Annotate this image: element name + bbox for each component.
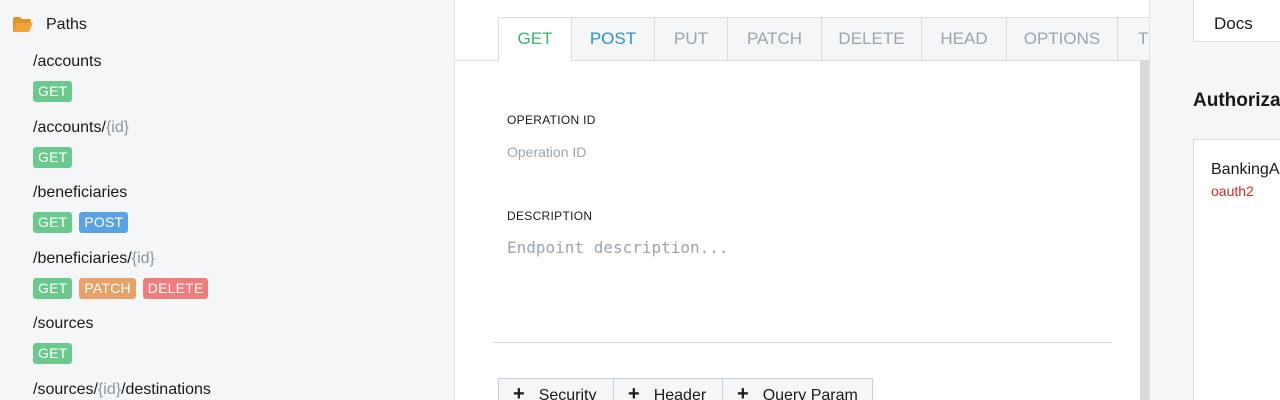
main-panel: GET POST PUT PATCH DELETE HEAD OPTIONS T… (455, 0, 1149, 400)
paths-header-label: Paths (46, 16, 87, 33)
operation-id-label: OPERATION ID (507, 113, 596, 127)
docs-panel: Docs Authorizat BankingA oauth2 (1149, 0, 1280, 400)
path-title[interactable]: /sources/{id}/destinations (33, 379, 211, 400)
tab-docs[interactable]: Docs (1193, 0, 1280, 42)
method-badges: GET POST (33, 212, 129, 233)
path-segment: /sources (33, 315, 94, 332)
add-security-button[interactable]: + Security (498, 378, 614, 400)
method-badge-get[interactable]: GET (33, 81, 73, 102)
method-badge-patch[interactable]: PATCH (79, 277, 136, 299)
tab-get[interactable]: GET (498, 17, 572, 61)
add-security-label: Security (538, 387, 597, 400)
plus-icon: + (628, 383, 640, 400)
method-badge-get[interactable]: GET (33, 277, 73, 299)
path-segment: /beneficiaries (33, 184, 128, 201)
method-badges: GET PATCH DELETE (33, 277, 209, 299)
tab-post[interactable]: POST (572, 17, 655, 61)
tab-patch[interactable]: PATCH (728, 17, 822, 61)
divider (494, 342, 1112, 343)
main-scrollbar[interactable] (1140, 61, 1149, 400)
path-item: /accounts GET (33, 51, 101, 102)
path-segment: /accounts (33, 53, 102, 70)
path-item: /beneficiaries/{id} GET PATCH DELETE (33, 248, 209, 299)
method-badge-get[interactable]: GET (33, 146, 73, 168)
method-badge-get[interactable]: GET (33, 212, 73, 233)
path-title[interactable]: /beneficiaries (33, 182, 128, 204)
tab-options[interactable]: OPTIONS (1007, 17, 1118, 61)
plus-icon: + (513, 383, 525, 400)
operation-id-input[interactable] (507, 142, 1067, 162)
path-item: /sources/{id}/destinations (33, 379, 211, 400)
auth-scheme-name: BankingA (1211, 161, 1280, 178)
path-item: /beneficiaries GET POST (33, 182, 129, 233)
method-badge-post[interactable]: POST (79, 212, 129, 233)
paths-header[interactable]: Paths (12, 16, 87, 34)
method-badge-delete[interactable]: DELETE (142, 277, 209, 299)
path-segment: /sources/ (33, 380, 98, 398)
folder-open-icon (12, 16, 34, 34)
add-query-param-label: Query Param (762, 387, 858, 400)
tab-put[interactable]: PUT (655, 17, 728, 61)
auth-scheme-card[interactable]: BankingA oauth2 (1193, 139, 1280, 400)
path-title[interactable]: /sources (33, 313, 93, 335)
add-query-param-button[interactable]: + Query Param (722, 378, 873, 400)
path-title[interactable]: /accounts/{id} (33, 117, 129, 139)
path-segment: /destinations (121, 380, 211, 398)
sidebar: Paths /accounts GET/accounts/{id} GET/bene… (0, 0, 455, 400)
path-segment: /accounts/ (33, 118, 106, 136)
method-badges: GET (33, 81, 101, 102)
tab-delete[interactable]: DELETE (822, 17, 922, 61)
path-title[interactable]: /beneficiaries/{id} (33, 248, 208, 270)
tab-head[interactable]: HEAD (922, 17, 1007, 61)
path-item: /accounts/{id} GET (33, 117, 129, 168)
method-badges: GET (33, 343, 93, 364)
authorization-heading: Authorizat (1193, 90, 1280, 111)
description-input[interactable] (507, 238, 1067, 298)
tab-trace[interactable]: T (1118, 17, 1149, 61)
path-param: {id} (105, 118, 130, 136)
description-label: DESCRIPTION (507, 209, 593, 223)
path-param: {id} (131, 249, 155, 267)
path-param: {id} (97, 380, 122, 398)
method-badges: GET (33, 146, 129, 168)
method-tabbar: GET POST PUT PATCH DELETE HEAD OPTIONS T (455, 0, 1149, 61)
path-item: /sources GET (33, 313, 93, 364)
path-title[interactable]: /accounts (33, 51, 101, 73)
path-segment: /beneficiaries/ (33, 249, 132, 267)
method-badge-get[interactable]: GET (33, 343, 73, 364)
add-header-button[interactable]: + Header (613, 378, 723, 400)
plus-icon: + (737, 383, 749, 400)
auth-scheme-type: oauth2 (1211, 183, 1254, 199)
add-header-label: Header (653, 387, 707, 400)
